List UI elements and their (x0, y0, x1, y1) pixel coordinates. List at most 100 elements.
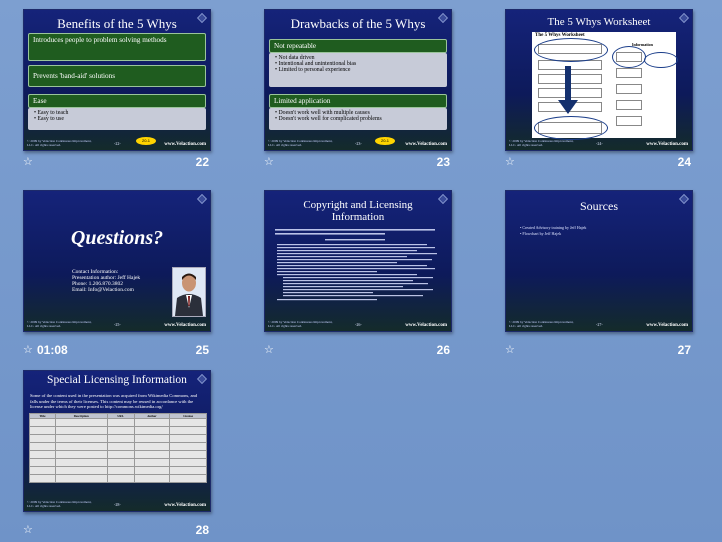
site-url: www.Velaction.com (646, 323, 688, 328)
slide-number: 24 (677, 155, 691, 169)
author-photo (172, 267, 206, 317)
page-number: -22- (114, 141, 121, 146)
bullet-bar: Not repeatable (269, 39, 447, 53)
slide-title: Questions? (70, 227, 164, 249)
footer-text: © 2009 by Velaction Continuous Improveme… (27, 500, 92, 508)
page-number: -25- (114, 322, 121, 327)
star-icon[interactable]: ☆ (23, 343, 33, 356)
footer-text: © 2009 by Velaction Continuous Improveme… (509, 139, 574, 147)
highlight-oval (534, 116, 608, 140)
footer-text: © 2009 by Velaction Continuous Improveme… (27, 139, 92, 147)
site-url: www.Velaction.com (646, 142, 688, 147)
bullet-item: Limited to personal experience (275, 67, 441, 73)
slide-number: 25 (195, 343, 209, 357)
star-icon[interactable]: ☆ (505, 343, 515, 356)
slide-thumbnail-27[interactable]: Sources • Created Advisory training by J… (505, 190, 695, 360)
star-icon[interactable]: ☆ (264, 155, 274, 168)
corner-icon (197, 194, 207, 204)
bullet-box: Doesn't work well with multiple causes D… (269, 108, 447, 130)
slide-title: Benefits of the 5 Whys (57, 16, 177, 31)
footer-text: © 2009 by Velaction Continuous Improveme… (509, 320, 574, 328)
star-icon[interactable]: ☆ (23, 523, 33, 536)
slide-24-preview: The 5 Whys Worksheet The 5 Whys Workshee… (505, 9, 693, 151)
slide-meta: ☆ 23 (264, 155, 454, 171)
bullet-box: Not data driven Intentional and unintent… (269, 53, 447, 87)
slide-thumbnail-23[interactable]: Drawbacks of the 5 Whys Not repeatable N… (264, 9, 454, 174)
slide-thumbnail-24[interactable]: The 5 Whys Worksheet The 5 Whys Workshee… (505, 9, 695, 174)
footer-text: © 2009 by Velaction Continuous Improveme… (268, 320, 333, 328)
slide-thumbnail-22[interactable]: Benefits of the 5 Whys Introduces people… (23, 9, 213, 174)
bullet-bar: Prevents 'band-aid' solutions (28, 65, 206, 87)
slide-23-preview: Drawbacks of the 5 Whys Not repeatable N… (264, 9, 452, 151)
slide-meta: ☆ 24 (505, 155, 695, 171)
worksheet-box (616, 100, 642, 110)
slide-number: 27 (677, 343, 691, 357)
page-number: -27- (596, 322, 603, 327)
table-row (29, 426, 207, 435)
table-row (29, 442, 207, 451)
license-intro: Some of the content used in the presenta… (30, 393, 198, 409)
slide-22-preview: Benefits of the 5 Whys Introduces people… (23, 9, 211, 151)
slide-28-preview: Special Licensing Information Some of th… (23, 370, 211, 512)
page-number: -28- (114, 502, 121, 507)
slide-title: Sources (580, 199, 618, 213)
slide-meta: ☆ 22 (23, 155, 213, 171)
bullet-item: Doesn't work well for complicated proble… (275, 116, 441, 122)
table-row (29, 418, 207, 427)
bullet-item: Easy to use (34, 116, 200, 122)
table-row (29, 434, 207, 443)
site-url: www.Velaction.com (405, 142, 447, 147)
site-url: www.Velaction.com (164, 323, 206, 328)
contact-line: Email: Info@Velaction.com (72, 287, 134, 293)
worksheet-box (616, 116, 642, 126)
table-row (29, 474, 207, 483)
table-row (29, 458, 207, 467)
license-table: Title Description URL Author License (29, 413, 207, 483)
source-item: • Flowchart by Jeff Hajek (520, 230, 562, 236)
slide-meta: ☆ 26 (264, 343, 454, 359)
down-arrow-icon (558, 66, 578, 114)
site-url: www.Velaction.com (405, 323, 447, 328)
worksheet-box (616, 84, 642, 94)
worksheet-box (616, 68, 642, 78)
slide-title: Drawbacks of the 5 Whys (290, 16, 426, 31)
site-url: www.Velaction.com (164, 142, 206, 147)
star-icon[interactable]: ☆ (23, 155, 33, 168)
table-row (29, 450, 207, 459)
slide-thumbnail-28[interactable]: Special Licensing Information Some of th… (23, 370, 213, 540)
slide-meta: ☆ 01:08 25 (23, 343, 213, 359)
star-icon[interactable]: ☆ (505, 155, 515, 168)
highlight-oval (644, 52, 678, 68)
site-url: www.Velaction.com (164, 503, 206, 508)
slide-meta: ☆ 28 (23, 523, 213, 539)
slide-number: 23 (436, 155, 450, 169)
slide-title: Copyright and Licensing Information (303, 199, 413, 223)
worksheet-image: The 5 Whys Worksheet Information (532, 32, 678, 140)
slide-number: 22 (195, 155, 209, 169)
bullet-bar: Ease (28, 94, 206, 108)
footer-text: © 2009 by Velaction Continuous Improveme… (27, 320, 92, 328)
slide-number: 26 (436, 343, 450, 357)
slide-thumbnail-25[interactable]: Questions? Contact Information: Presenta… (23, 190, 213, 360)
slide-25-preview: Questions? Contact Information: Presenta… (23, 190, 211, 332)
sources-list: • Created Advisory training by Jeff Haje… (520, 225, 586, 236)
highlight-oval (534, 38, 608, 62)
page-number: -24- (596, 141, 603, 146)
slide-meta: ☆ 27 (505, 343, 695, 359)
contact-info: Contact Information: Presentation author… (72, 269, 140, 293)
page-number: -23- (355, 141, 362, 146)
bullet-box: Easy to teach Easy to use (28, 108, 206, 130)
slide-title: The 5 Whys Worksheet (547, 16, 651, 28)
slide-timing: 01:08 (37, 343, 68, 357)
badge: 20-1 (375, 137, 395, 145)
legal-text-block (275, 229, 437, 301)
star-icon[interactable]: ☆ (264, 343, 274, 356)
slide-number: 28 (195, 523, 209, 537)
footer-text: © 2009 by Velaction Continuous Improveme… (268, 139, 333, 147)
slide-thumbnail-26[interactable]: Copyright and Licensing Information © 20… (264, 190, 454, 360)
slide-title: Special Licensing Information (47, 374, 187, 386)
page-number: -26- (355, 322, 362, 327)
badge: 20-1 (136, 137, 156, 145)
highlight-oval (612, 46, 646, 68)
slide-27-preview: Sources • Created Advisory training by J… (505, 190, 693, 332)
